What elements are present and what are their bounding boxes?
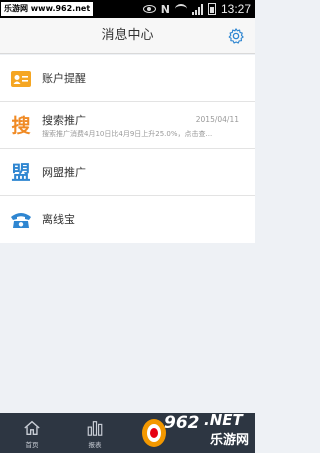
nav-home[interactable]: 首页	[12, 413, 52, 453]
nav-report-label: 报表	[88, 441, 102, 449]
bar-chart-icon	[87, 421, 103, 436]
logo-text: 乐游网	[210, 433, 250, 448]
network-letter: N	[160, 2, 170, 16]
logo-net: .NET	[204, 411, 243, 429]
list-item-title: 离线宝	[42, 213, 75, 226]
list-item[interactable]: 搜 搜索推广 2015/04/11 搜索推广消费4月10日比4月9日上升25.0…	[0, 102, 255, 149]
status-time: 13:27	[220, 2, 251, 16]
gear-icon[interactable]	[227, 27, 245, 45]
home-icon	[24, 420, 40, 435]
list-item-title: 搜索推广	[42, 114, 86, 127]
list-item-subtitle: 搜索推广消费4月10日比4月9日上升25.0%，点击查...	[42, 130, 213, 138]
list-item-title: 账户提醒	[42, 72, 86, 85]
network-alliance-icon: 盟	[11, 162, 31, 184]
list-item[interactable]: 盟 网盟推广	[0, 149, 255, 196]
status-bar: 乐游网 www.962.net N 13:27	[0, 0, 255, 18]
nav-home-label: 首页	[25, 441, 39, 449]
search-promo-icon: 搜	[11, 115, 31, 137]
list-item[interactable]: 账户提醒	[0, 55, 255, 102]
eye-icon	[142, 5, 156, 13]
list-item[interactable]: 离线宝	[0, 196, 255, 243]
signal-icon	[191, 3, 203, 15]
header: 消息中心	[0, 18, 255, 54]
battery-icon	[207, 3, 216, 15]
wifi-icon	[174, 4, 187, 14]
account-alert-icon	[10, 68, 32, 90]
page-title: 消息中心	[101, 28, 154, 43]
watermark-label: 乐游网 www.962.net	[1, 2, 94, 16]
status-icons: N 13:27	[142, 0, 251, 18]
logo-number: 962	[164, 413, 200, 433]
list-item-title: 网盟推广	[42, 166, 86, 179]
watermark-logo: 962 .NET 乐游网	[140, 411, 255, 453]
list-item-date: 2015/04/11	[195, 115, 239, 124]
nav-report[interactable]: 报表	[75, 413, 115, 453]
telephone-icon	[10, 209, 32, 231]
message-list: 账户提醒 搜 搜索推广 2015/04/11 搜索推广消费4月10日比4月9日上…	[0, 55, 255, 243]
